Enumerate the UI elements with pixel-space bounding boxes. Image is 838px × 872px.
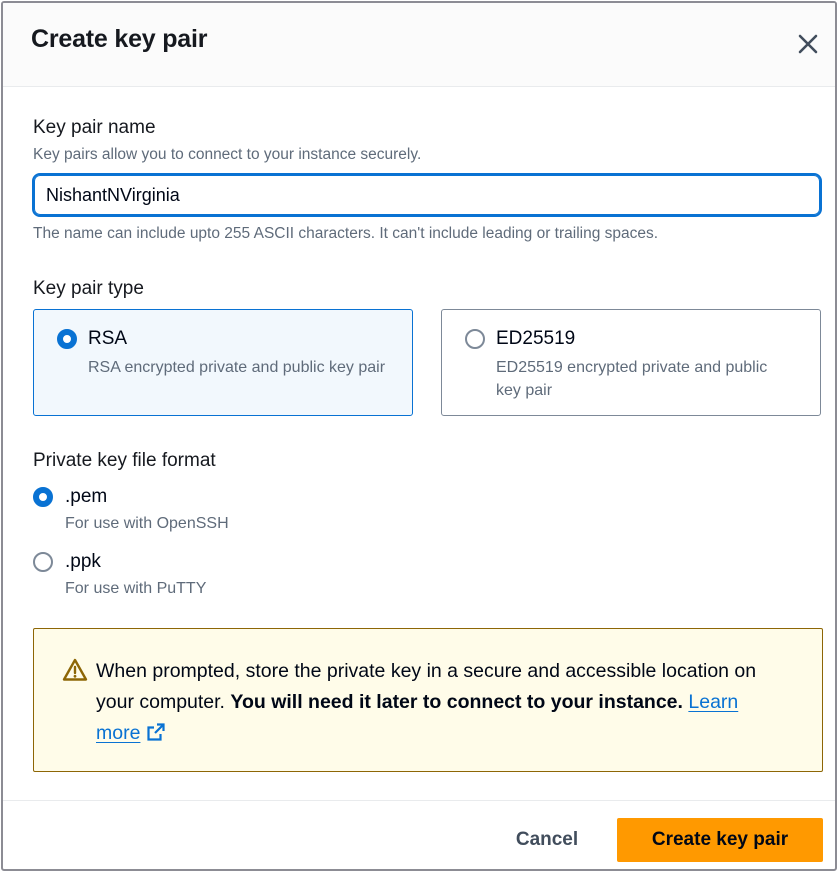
external-link-icon [146, 721, 166, 741]
tile-ed25519[interactable]: ED25519 ED25519 encrypted private and pu… [441, 309, 821, 416]
close-icon[interactable] [793, 29, 823, 59]
tile-rsa[interactable]: RSA RSA encrypted private and public key… [33, 309, 413, 416]
radio-rsa[interactable] [57, 329, 77, 349]
tile-ed25519-title: ED25519 [496, 328, 576, 349]
tile-ed25519-description: ED25519 encrypted private and public key… [496, 359, 768, 399]
option-pem-label[interactable]: .pem [65, 486, 107, 508]
alert-bold-text: You will need it later to connect to you… [230, 691, 683, 713]
warning-alert: When prompted, store the private key in … [33, 628, 823, 772]
key-pair-name-label: Key pair name [33, 117, 156, 138]
radio-ppk[interactable] [33, 552, 53, 572]
option-ppk-description: For use with PuTTY [65, 580, 207, 597]
radio-pem[interactable] [33, 487, 53, 507]
key-pair-type-label: Key pair type [33, 278, 144, 299]
radio-ed25519[interactable] [465, 329, 485, 349]
tile-rsa-title: RSA [88, 328, 128, 349]
file-format-label: Private key file format [33, 450, 216, 471]
dialog-title: Create key pair [31, 25, 208, 53]
create-key-pair-button[interactable]: Create key pair [617, 818, 823, 862]
warning-icon [62, 657, 88, 683]
dialog-header: Create key pair [3, 3, 835, 87]
alert-message: When prompted, store the private key in … [96, 656, 786, 749]
key-pair-name-description: Key pairs allow you to connect to your i… [33, 146, 422, 163]
create-key-pair-dialog: Create key pair Key pair name Key pairs … [1, 1, 837, 871]
footer-divider [3, 800, 835, 801]
cancel-button[interactable]: Cancel [493, 818, 601, 862]
option-ppk-label[interactable]: .ppk [65, 551, 101, 573]
key-pair-name-constraint: The name can include upto 255 ASCII char… [33, 225, 659, 242]
option-pem-description: For use with OpenSSH [65, 515, 229, 532]
tile-rsa-description: RSA encrypted private and public key pai… [88, 359, 386, 376]
key-pair-name-input[interactable] [32, 173, 822, 217]
